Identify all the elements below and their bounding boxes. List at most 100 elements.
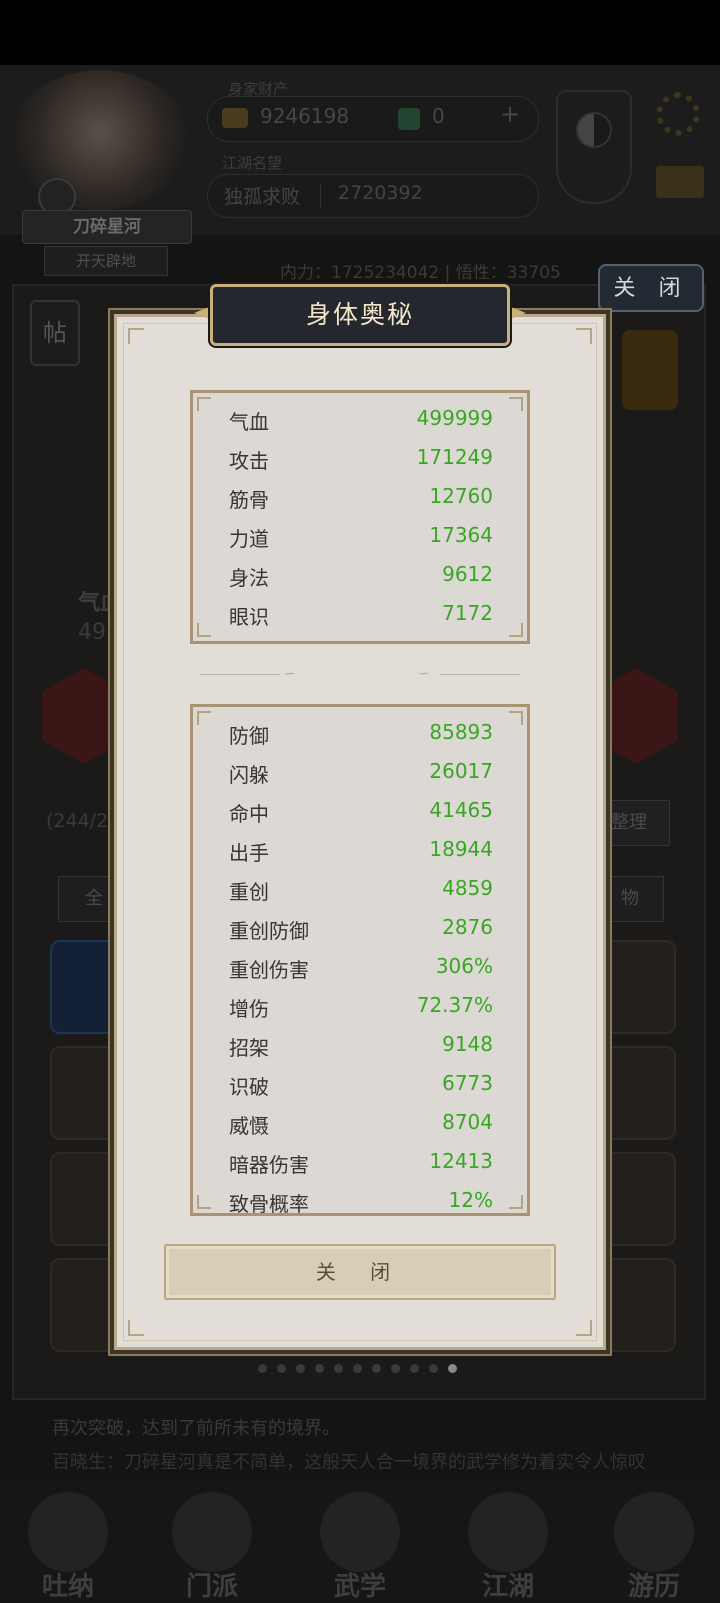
stat-name: 身法: [229, 566, 269, 590]
status-bar-area: [0, 0, 720, 65]
stat-row: 致骨概率 12%: [193, 1182, 527, 1216]
dialog-title: 身体奥秘: [210, 284, 510, 346]
nav-label: 游历: [627, 1572, 680, 1602]
mail-icon[interactable]: [656, 166, 704, 198]
page-dot: [353, 1364, 362, 1373]
page-dot: [372, 1364, 381, 1373]
player-name: 刀碎星河: [22, 210, 192, 244]
tie-button[interactable]: 帖: [30, 300, 80, 366]
story-line: 百晓生：刀碎星河真是不简单，这般天人合一境界的武学修为着实令人惊叹: [52, 1452, 646, 1473]
cloud-ornament-icon: ∽: [284, 666, 296, 682]
stat-name: 攻击: [229, 449, 269, 473]
stat-row: 重创 4859: [193, 870, 527, 909]
stat-value: 18944: [429, 837, 493, 861]
divider-line: [440, 674, 520, 675]
cloud-ornament-icon: ∽: [418, 666, 430, 682]
stat-strip: 内力：1725234042 | 悟性：33705: [280, 263, 561, 283]
stat-row: 筋骨 12760: [193, 478, 527, 517]
stat-row: 识破 6773: [193, 1065, 527, 1104]
left-qi-value: 49: [78, 620, 106, 645]
stat-value: 8704: [442, 1110, 493, 1134]
jade-icon: [398, 108, 420, 130]
stat-name: 威慑: [229, 1114, 269, 1138]
gear-icon[interactable]: [656, 92, 700, 136]
nav-menpai-icon: [172, 1492, 252, 1572]
primary-stats-panel: 气血 499999 攻击 171249 筋骨 12760 力道 17364 身法 9612 眼识 71…: [190, 390, 530, 644]
stat-row: 攻击 171249: [193, 439, 527, 478]
stat-row: 招架 9148: [193, 1026, 527, 1065]
stat-row: 增伤 72.37%: [193, 987, 527, 1026]
dialog-close-button[interactable]: 关 闭: [164, 1244, 556, 1300]
nav-tuna-icon: [28, 1492, 108, 1572]
page-dot: [277, 1364, 286, 1373]
taiji-icon: [576, 112, 612, 148]
stat-row: 威慑 8704: [193, 1104, 527, 1143]
page-dot: [448, 1364, 457, 1373]
nav-label: 武学: [333, 1572, 386, 1602]
secondary-stats-panel[interactable]: 防御 85893 闪躲 26017 命中 41465 出手 18944 重创 4859 重创防御 28…: [190, 704, 530, 1216]
stat-value: 12%: [448, 1188, 493, 1212]
stat-name: 出手: [229, 841, 269, 865]
rank-label: 江湖名望: [222, 154, 283, 172]
corner-ornament: [128, 328, 144, 344]
stat-row: 出手 18944: [193, 831, 527, 870]
player-avatar: [10, 70, 190, 210]
page-indicator: [258, 1358, 467, 1377]
nav-wuxue[interactable]: 武学: [298, 1488, 418, 1602]
stat-name: 重创: [229, 880, 269, 904]
jade-count: 0: [432, 104, 445, 128]
page-dot: [315, 1364, 324, 1373]
stat-name: 增伤: [229, 997, 269, 1021]
stat-name: 筋骨: [229, 488, 269, 512]
nav-label: 吐纳: [41, 1572, 94, 1602]
stat-row: 重创伤害 306%: [193, 948, 527, 987]
stat-row: 重创防御 2876: [193, 909, 527, 948]
stat-value: 306%: [435, 954, 493, 978]
stat-name: 闪躲: [229, 763, 269, 787]
stat-row: 命中 41465: [193, 792, 527, 831]
stat-value: 171249: [416, 445, 493, 469]
nav-tuna[interactable]: 吐纳: [6, 1488, 126, 1602]
rank-name: 独孤求败: [224, 186, 301, 208]
badge-icon[interactable]: [622, 330, 678, 410]
nav-menpai[interactable]: 门派: [150, 1488, 270, 1602]
stat-value: 12760: [429, 484, 493, 508]
nav-label: 门派: [185, 1572, 238, 1602]
stat-value: 72.37%: [416, 993, 493, 1017]
stat-value: 9612: [442, 562, 493, 586]
stat-value: 9148: [442, 1032, 493, 1056]
stat-value: 26017: [429, 759, 493, 783]
stat-value: 41465: [429, 798, 493, 822]
coin-icon: [222, 108, 248, 128]
stat-name: 重创伤害: [229, 958, 309, 982]
nav-jianghu[interactable]: 江湖: [446, 1488, 566, 1602]
stat-name: 防御: [229, 724, 269, 748]
stat-row: 身法 9612: [193, 556, 527, 595]
page-dot: [410, 1364, 419, 1373]
nav-jianghu-icon: [468, 1492, 548, 1572]
stat-row: 暗器伤害 12413: [193, 1143, 527, 1182]
stat-name: 暗器伤害: [229, 1153, 309, 1177]
stat-name: 识破: [229, 1075, 269, 1099]
stat-name: 重创防御: [229, 919, 309, 943]
nav-youli[interactable]: 游历: [592, 1488, 712, 1602]
filter-item-button[interactable]: 物: [596, 876, 664, 922]
nav-youli-icon: [614, 1492, 694, 1572]
nav-wuxue-icon: [320, 1492, 400, 1572]
rank-value: 2720392: [338, 182, 423, 204]
stat-name: 命中: [229, 802, 269, 826]
stat-name: 招架: [229, 1036, 269, 1060]
stat-name: 致骨概率: [229, 1192, 309, 1216]
section-divider: ∽ ∽: [200, 666, 520, 682]
rank-separator: [320, 184, 321, 208]
stat-value: 7172: [442, 601, 493, 625]
story-line: 再次突破，达到了前所未有的境界。: [52, 1418, 340, 1439]
add-currency-button[interactable]: +: [500, 100, 520, 128]
stat-row: 闪躲 26017: [193, 753, 527, 792]
stat-name: 眼识: [229, 605, 269, 629]
outer-close-button[interactable]: 关 闭: [598, 264, 704, 312]
coin-count: 9246198: [260, 104, 350, 128]
stat-value: 4859: [442, 876, 493, 900]
bag-count: (244/2: [46, 810, 109, 832]
stat-name: 力道: [229, 527, 269, 551]
